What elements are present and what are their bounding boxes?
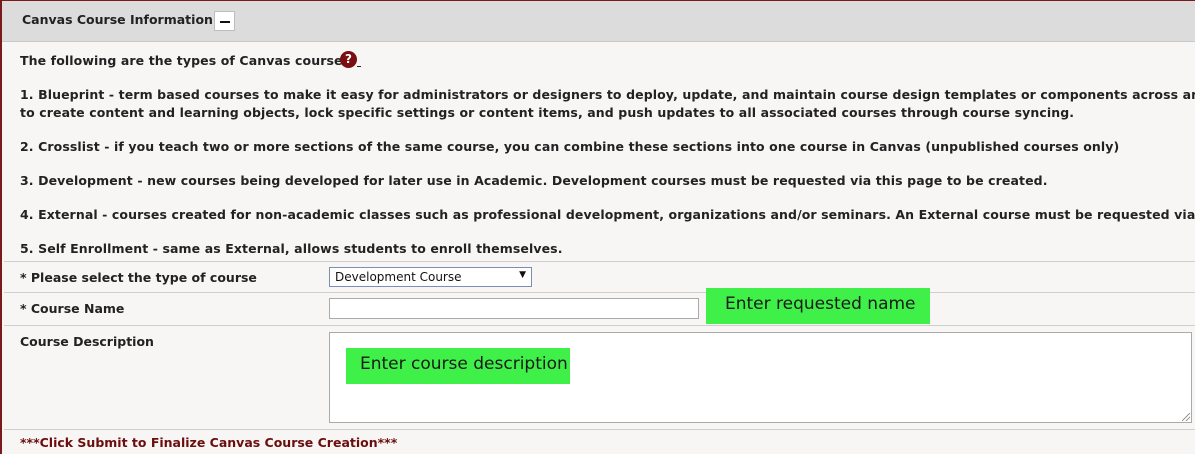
course-description-label: Course Description [20, 334, 154, 349]
divider [4, 292, 1195, 293]
divider [4, 429, 1195, 430]
dropdown-arrow-icon: ▼ [519, 270, 526, 280]
submit-instruction: ***Click Submit to Finalize Canvas Cours… [20, 435, 398, 450]
name-callout: Enter requested name [706, 288, 930, 324]
course-type-selected-value: Development Course [335, 270, 462, 284]
course-type-blueprint-line2: to create content and learning objects, … [20, 105, 1075, 120]
course-type-select[interactable]: Development Course ▼ [329, 267, 532, 287]
course-type-label: * Please select the type of course [20, 270, 257, 285]
divider [4, 261, 1195, 262]
help-link-underline [357, 66, 361, 67]
minus-icon [220, 21, 230, 23]
section-header: Canvas Course Information [2, 1, 1195, 42]
course-type-crosslist: 2. Crosslist - if you teach two or more … [20, 139, 1120, 154]
help-icon[interactable]: ? [340, 51, 357, 68]
description-callout: Enter course description [346, 348, 570, 384]
course-type-external: 4. External - courses created for non-ac… [20, 207, 1195, 222]
course-name-input[interactable] [329, 298, 699, 319]
course-type-blueprint-line1: 1. Blueprint - term based courses to mak… [20, 87, 1195, 102]
resize-grip-icon[interactable] [1182, 413, 1190, 421]
course-types-heading: The following are the types of Canvas co… [20, 53, 356, 68]
course-name-label: * Course Name [20, 301, 125, 316]
course-type-self-enrollment: 5. Self Enrollment - same as External, a… [20, 241, 563, 256]
course-info-panel: Canvas Course Information The following … [0, 0, 1195, 454]
collapse-button[interactable] [214, 11, 235, 31]
section-title: Canvas Course Information [22, 12, 213, 27]
course-type-development: 3. Development - new courses being devel… [20, 173, 1048, 188]
divider [4, 325, 1195, 326]
